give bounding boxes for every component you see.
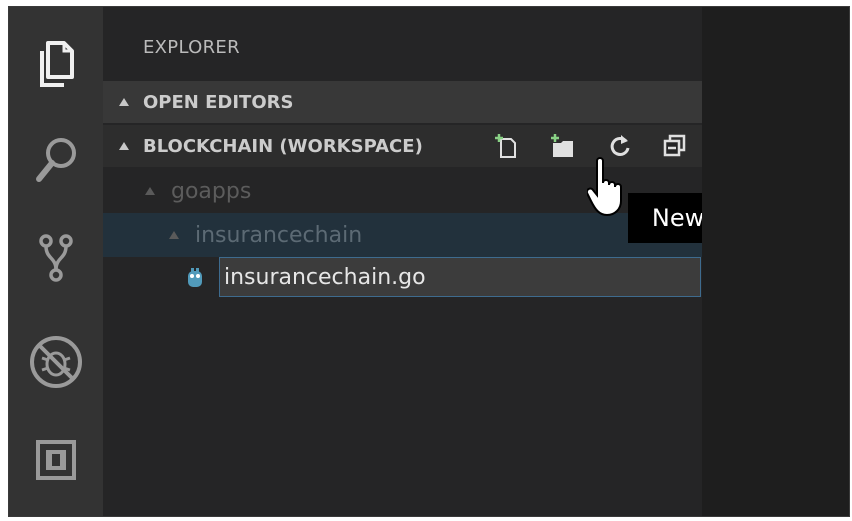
expand-chevron-icon [169,231,179,239]
extensions-icon[interactable] [9,415,103,505]
expand-chevron-icon [145,187,155,195]
expand-chevron-icon [119,142,129,150]
activity-bar [9,7,103,516]
workspace-label: BLOCKCHAIN (WORKSPACE) [143,135,423,157]
open-editors-header[interactable]: OPEN EDITORS [103,81,702,123]
new-folder-icon[interactable] [549,133,575,159]
refresh-icon[interactable] [607,133,633,159]
new-file-icon[interactable] [493,133,519,159]
editor-area [702,7,849,516]
explorer-sidebar: EXPLORER OPEN EDITORS BLOCKCHAIN (WORKSP… [103,7,776,516]
explorer-icon[interactable] [9,19,103,109]
search-icon[interactable] [9,115,103,205]
vscode-window: EXPLORER OPEN EDITORS BLOCKCHAIN (WORKSP… [8,6,850,517]
expand-chevron-icon [119,98,129,106]
debug-icon[interactable] [9,317,103,407]
explorer-title: EXPLORER [143,37,240,58]
go-file-icon [188,268,202,287]
folder-label: goapps [171,178,252,204]
hand-pointer-icon [587,157,622,217]
tree-folder-insurancechain[interactable]: insurancechain [103,213,702,257]
folder-label: insurancechain [195,222,363,248]
open-editors-label: OPEN EDITORS [143,91,294,113]
source-control-icon[interactable] [9,213,103,303]
new-file-name-input[interactable] [219,257,701,297]
collapse-all-icon[interactable] [661,133,687,159]
tree-new-file-row [103,257,702,301]
